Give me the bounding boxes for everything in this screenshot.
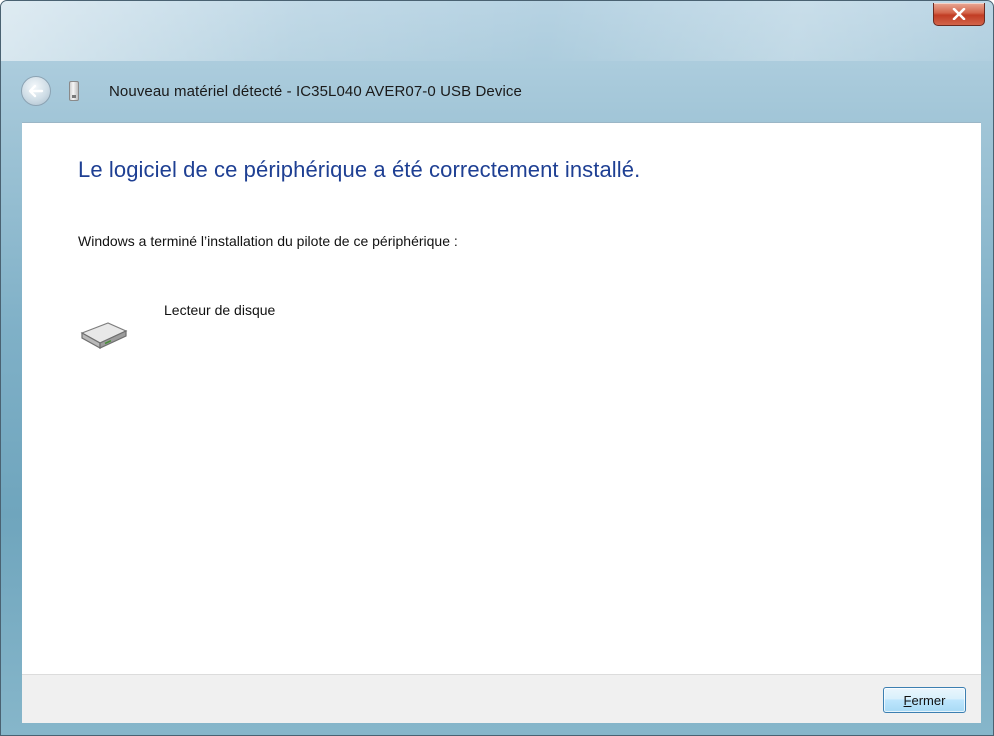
usb-device-icon [69,81,79,101]
window-close-button[interactable] [933,3,985,26]
install-message: Windows a terminé l’installation du pilo… [78,233,458,249]
window-frame-sheen [1,1,993,61]
device-list-item: Lecteur de disque [78,299,398,359]
device-name: Lecteur de disque [164,302,276,318]
title-nav-bar: Nouveau matériel détecté - IC35L040 AVER… [13,65,981,117]
close-button[interactable]: Fermer [883,687,966,713]
window-title: Nouveau matériel détecté - IC35L040 AVER… [109,82,522,100]
back-arrow-icon [28,84,44,98]
dialog-footer: Fermer [22,674,981,723]
close-x-icon [952,8,966,20]
close-button-mnemonic: F [903,692,912,708]
back-button[interactable] [21,76,51,106]
close-button-label: ermer [911,692,946,708]
success-heading: Le logiciel de ce périphérique a été cor… [78,157,641,182]
dialog-content: Le logiciel de ce périphérique a été cor… [22,122,981,675]
disk-drive-icon [80,322,128,350]
dialog-window: Nouveau matériel détecté - IC35L040 AVER… [0,0,994,736]
